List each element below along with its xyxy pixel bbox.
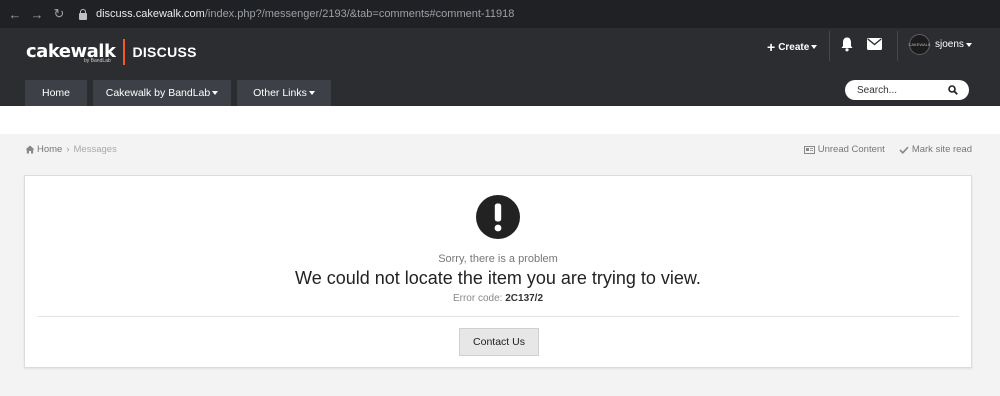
forward-icon[interactable]: → [26, 7, 48, 22]
avatar: CAKEWALK [908, 34, 931, 55]
site-logo[interactable]: cakewalk by BandLab DISCUSS [26, 39, 197, 65]
caret-down-icon [308, 91, 315, 95]
reload-icon[interactable]: ↻ [48, 6, 70, 22]
search-icon[interactable] [948, 85, 958, 95]
nav-tab-home[interactable]: Home [25, 80, 87, 106]
header-divider [829, 31, 830, 61]
search-box [845, 80, 969, 100]
unread-content-link[interactable]: Unread Content [803, 144, 885, 155]
error-code-line: Error code: 2C137/2 [25, 293, 971, 304]
error-panel: Sorry, there is a problem We could not l… [24, 175, 972, 368]
check-icon [899, 146, 909, 154]
header-divider [897, 31, 898, 61]
plus-icon: + [767, 39, 776, 55]
create-button[interactable]: + Create [767, 38, 818, 56]
header-spacer [0, 106, 1000, 134]
envelope-icon[interactable] [867, 38, 882, 50]
lock-icon [78, 8, 88, 20]
mark-site-read-label: Mark site read [911, 144, 972, 155]
nav-tab-other-links[interactable]: Other Links [237, 80, 331, 106]
logo-separator [123, 39, 126, 65]
back-icon[interactable]: ← [4, 7, 26, 22]
error-message: We could not locate the item you are try… [295, 268, 701, 288]
caret-down-icon [965, 42, 972, 47]
url-path: /index.php?/messenger/2193/&tab=comments… [204, 8, 515, 20]
logo-section-title: DISCUSS [132, 44, 197, 60]
create-label: Create [778, 41, 810, 53]
breadcrumb-separator: › [66, 144, 70, 155]
error-code: 2C137/2 [505, 293, 544, 304]
page-actions: Unread Content Mark site read [803, 144, 972, 155]
url-domain: discuss.cakewalk.com [96, 8, 205, 20]
caret-down-icon [212, 91, 219, 95]
username: sjoens [935, 39, 964, 50]
nav-tab-cakewalk[interactable]: Cakewalk by BandLab [93, 80, 231, 106]
caret-down-icon [811, 45, 818, 49]
contact-us-button[interactable]: Contact Us [459, 328, 539, 356]
address-bar[interactable]: discuss.cakewalk.com/index.php?/messenge… [78, 3, 514, 25]
user-menu[interactable]: CAKEWALK sjoens [908, 34, 972, 55]
mark-site-read-link[interactable]: Mark site read [899, 144, 972, 155]
browser-toolbar: ← → ↻ discuss.cakewalk.com/index.php?/me… [0, 0, 1000, 28]
exclamation-circle-icon [476, 195, 520, 239]
home-icon [25, 145, 35, 154]
logo-byline: by BandLab [84, 58, 111, 64]
unread-content-label: Unread Content [817, 144, 885, 155]
avatar-text: CAKEWALK [908, 42, 931, 47]
nav-tab-label: Home [41, 87, 70, 99]
newspaper-icon [803, 145, 815, 154]
breadcrumb-home[interactable]: Home [25, 144, 62, 155]
panel-divider [37, 316, 959, 317]
breadcrumb-home-label: Home [37, 144, 63, 155]
breadcrumb: Home › Messages [25, 144, 117, 155]
error-code-label: Error code: [452, 293, 503, 304]
nav-tab-label: Other Links [253, 87, 307, 99]
breadcrumb-current: Messages [73, 144, 117, 155]
site-header: cakewalk by BandLab DISCUSS + Create CAK… [0, 28, 1000, 106]
bell-icon[interactable] [840, 36, 854, 52]
url-text[interactable]: discuss.cakewalk.com/index.php?/messenge… [96, 8, 514, 20]
error-subtitle: Sorry, there is a problem [438, 253, 558, 265]
search-input[interactable] [857, 84, 941, 96]
nav-tab-label: Cakewalk by BandLab [105, 87, 211, 99]
